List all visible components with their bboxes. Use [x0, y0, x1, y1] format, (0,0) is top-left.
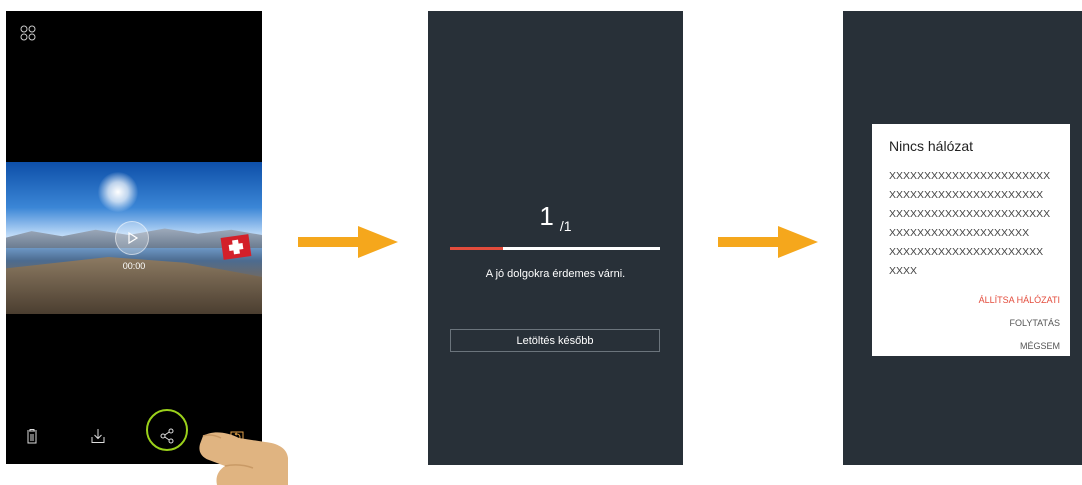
swiss-flag — [220, 234, 252, 260]
counter-current: 1 — [539, 201, 554, 231]
play-icon — [128, 231, 139, 245]
dialog-line: XXXXXXXXXXXXXXXXXXXXXXX — [889, 170, 1051, 182]
counter-total: /1 — [559, 218, 572, 234]
dialog-line: XXXX — [889, 265, 918, 277]
pointing-hand — [199, 432, 288, 485]
video-time: 00:00 — [122, 261, 146, 271]
no-network-dialog: Nincs hálózat XXXXXXXXXXXXXXXXXXXXXXX XX… — [872, 124, 1070, 356]
dialog-message: XXXXXXXXXXXXXXXXXXXXXXX XXXXXXXXXXXXXXXX… — [889, 167, 1054, 281]
download-counter: 1/1 — [428, 201, 683, 234]
download-later-button[interactable]: Letöltés később — [450, 329, 660, 352]
video-player-screen: 00:00 — [6, 11, 262, 464]
progress-fill — [450, 247, 503, 250]
dialog-line: XXXXXXXXXXXXXXXXXXXX — [889, 227, 1030, 239]
dialog-line: XXXXXXXXXXXXXXXXXXXXXX — [889, 246, 1044, 258]
no-network-screen: Nincs hálózat XXXXXXXXXXXXXXXXXXXXXXX XX… — [843, 11, 1082, 465]
download-progress-screen: 1/1 A jó dolgokra érdemes várni. Letölté… — [428, 11, 683, 465]
sun-glare — [98, 172, 138, 212]
arrow-right-icon — [298, 226, 398, 258]
tagline: A jó dolgokra érdemes várni. — [485, 268, 626, 280]
dialog-line: XXXXXXXXXXXXXXXXXXXXXX — [889, 189, 1044, 201]
dialog-title: Nincs hálózat — [889, 138, 974, 154]
trash-icon[interactable] — [24, 428, 40, 444]
network-settings-button[interactable]: ÁLLÍTSA HÁLÓZATI — [889, 295, 1060, 305]
download-icon[interactable] — [90, 428, 106, 444]
grid-icon[interactable] — [20, 25, 36, 41]
cancel-button[interactable]: MÉGSEM — [889, 341, 1060, 351]
dialog-line: XXXXXXXXXXXXXXXXXXXXXXX — [889, 208, 1051, 220]
share-icon[interactable] — [159, 428, 175, 444]
continue-button[interactable]: FOLYTATÁS — [889, 318, 1060, 328]
download-progress-bar — [450, 247, 660, 250]
play-button[interactable] — [115, 221, 149, 255]
arrow-right-icon — [718, 226, 818, 258]
